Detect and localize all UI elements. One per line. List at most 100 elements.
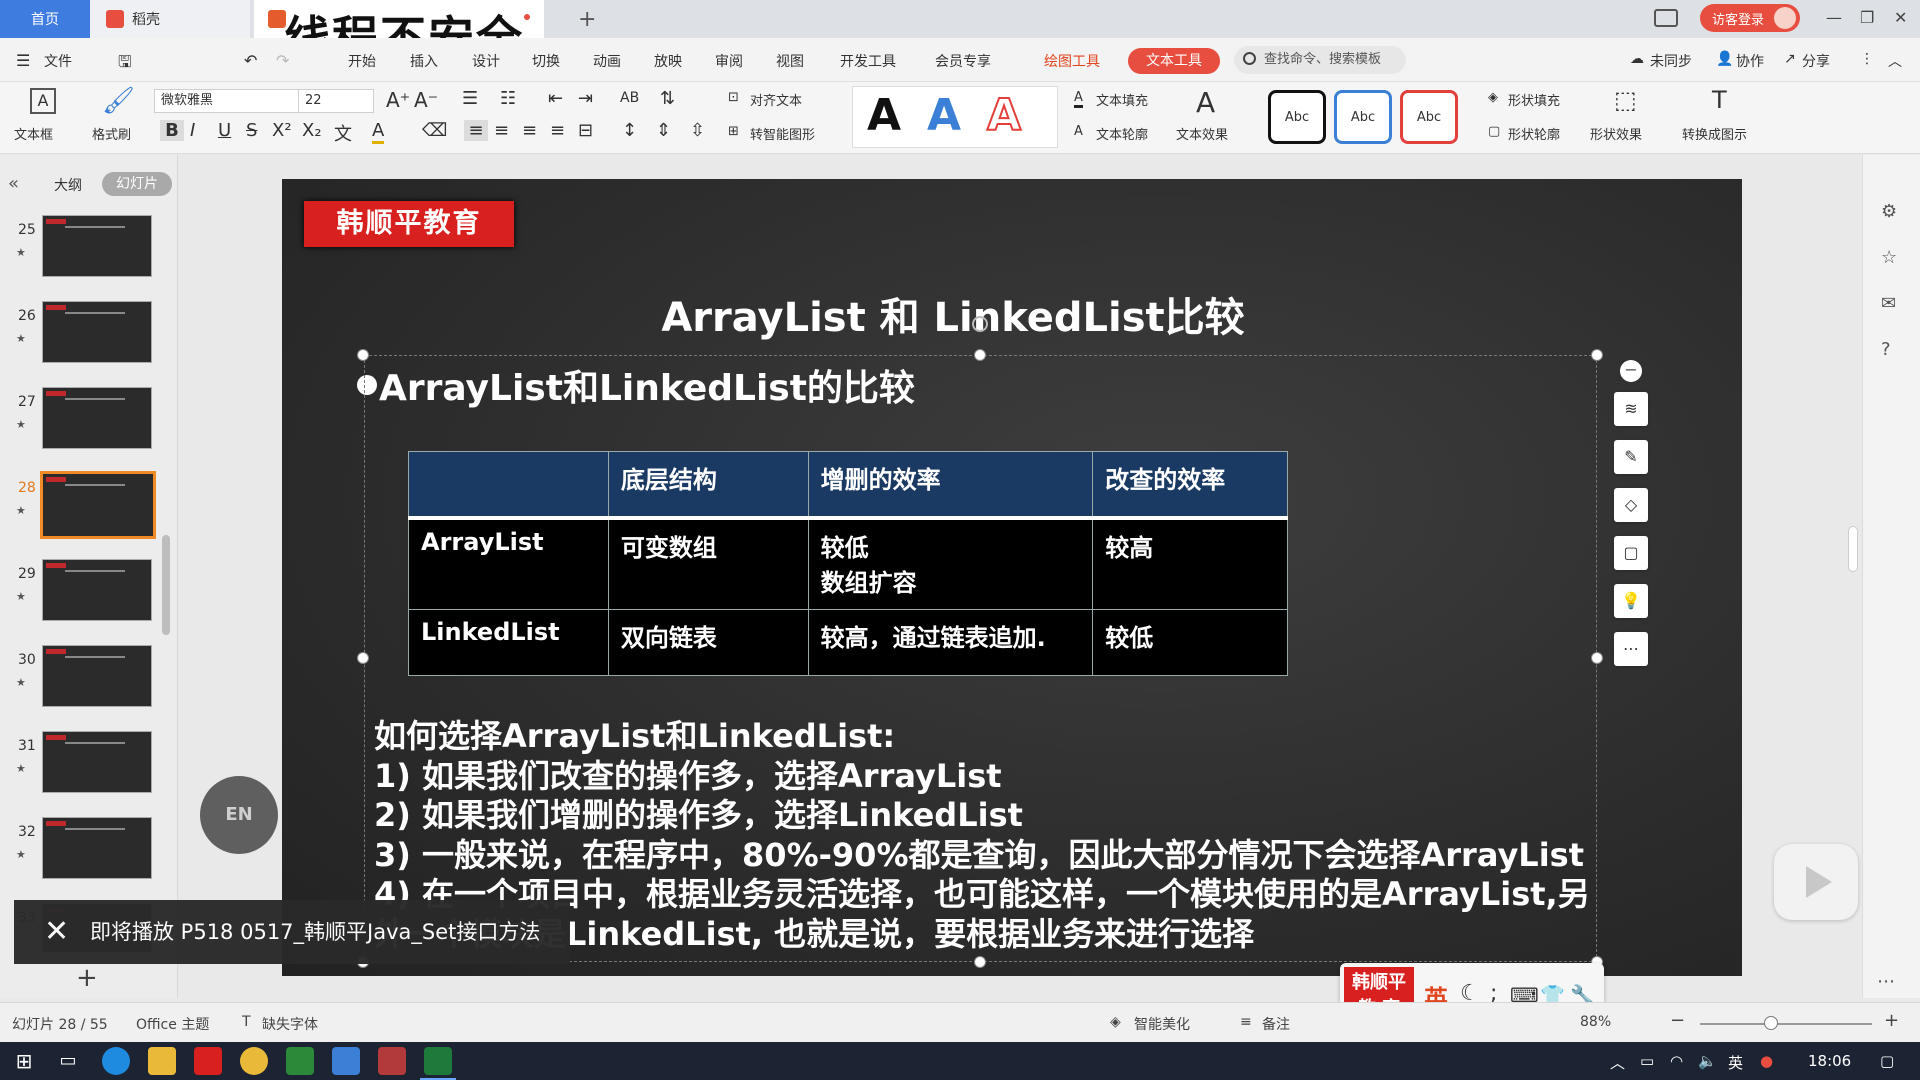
text-fill-icon[interactable]: A [1074,90,1083,108]
intellij-icon[interactable] [378,1047,406,1075]
xmind-icon[interactable] [194,1047,222,1075]
slide-thumbnail-selected[interactable] [40,471,156,539]
collapse-tools-icon[interactable]: − [1620,360,1642,382]
fill-bucket-icon[interactable]: ◇ [1614,488,1648,522]
slide-thumbnail[interactable] [42,645,152,707]
outdent-icon[interactable]: ⇤ [548,88,563,109]
command-search-input[interactable]: 查找命令、搜索模板 [1234,46,1406,74]
decrease-font-icon[interactable]: A⁻ [414,88,438,112]
strikethrough-icon[interactable]: S [246,120,257,141]
text-outline-button[interactable]: 文本轮廓 [1096,124,1148,143]
minimize-icon[interactable]: — [1826,8,1842,27]
battery-icon[interactable]: ▭ [1640,1052,1654,1070]
resize-handle[interactable] [1591,652,1603,664]
redo-icon[interactable]: ↷ [276,51,289,70]
add-slide-button[interactable]: + [76,963,98,993]
phonetic-icon[interactable]: 文 [334,120,352,146]
slide-thumbnail[interactable] [42,301,152,363]
slide-thumbnail[interactable] [42,387,152,449]
resize-handle[interactable] [974,349,986,361]
menu-draw-tool[interactable]: 绘图工具 [1044,51,1100,71]
share-button[interactable]: 分享 [1802,51,1830,71]
menu-design[interactable]: 设计 [472,51,500,71]
clock-time[interactable]: 18:06 [1808,1052,1851,1070]
menu-insert[interactable]: 插入 [410,51,438,71]
smart-graphic-button[interactable]: 转智能图形 [750,124,815,143]
zoom-in-icon[interactable]: + [1884,1010,1899,1031]
share-icon[interactable]: ↗ [1784,51,1796,67]
smart-graphic-icon[interactable]: ⊞ [728,124,739,139]
missing-font-button[interactable]: 缺失字体 [262,1014,318,1034]
paragraph-spacing-icon[interactable]: ⇕ [656,120,671,141]
resize-handle[interactable] [974,956,986,968]
text-direction-icon[interactable]: AB [620,90,639,106]
resize-handle[interactable] [357,349,369,361]
more-menu-icon[interactable]: ⋮ [1860,51,1874,67]
menu-start[interactable]: 开始 [348,51,376,71]
close-toast-icon[interactable]: ✕ [44,900,69,964]
layers-icon[interactable]: ≋ [1614,392,1648,426]
slide-thumbnail[interactable] [42,731,152,793]
justify-icon[interactable]: ≡ [550,120,565,141]
shape-effect-icon[interactable]: ⬚ [1614,86,1637,114]
align-text-button[interactable]: 对齐文本 [750,90,802,109]
language-toggle-button[interactable]: EN [200,776,278,854]
slide-thumbnail[interactable] [42,817,152,879]
shape-outline-button[interactable]: 形状轮廓 [1508,124,1560,143]
notes-button[interactable]: 备注 [1262,1014,1290,1034]
idea-bulb-icon[interactable]: 💡 [1614,584,1648,618]
indent-icon[interactable]: ⇥ [578,88,593,109]
convert-diagram-icon[interactable]: T [1712,86,1727,114]
bold-icon[interactable]: B [160,120,184,141]
increase-font-icon[interactable]: A⁺ [386,88,410,112]
windows-start-icon[interactable]: ⊞ [10,1047,38,1075]
shape-style-black[interactable]: Abc [1268,90,1326,144]
new-tab-button[interactable]: + [578,0,596,38]
slide-thumbnail[interactable] [42,215,152,277]
theme-name[interactable]: Office 主题 [136,1014,209,1034]
file-explorer-icon[interactable] [148,1047,176,1075]
cloud-sync-icon[interactable]: ☁ [1630,51,1644,67]
shape-fill-icon[interactable]: ◈ [1488,90,1498,105]
italic-icon[interactable]: I [190,120,195,141]
text-fill-button[interactable]: 文本填充 [1096,90,1148,109]
line-spacing-icon[interactable]: ↕ [622,120,637,141]
help-icon[interactable]: ? [1881,339,1891,360]
guest-login-button[interactable]: 访客登录 [1700,4,1800,32]
slide-title[interactable]: ArrayList 和 LinkedList比较 [282,285,1624,343]
clear-format-icon[interactable]: ⌫ [422,120,447,141]
underline-icon[interactable]: U [218,120,231,141]
zoom-level[interactable]: 88% [1580,1014,1611,1030]
collab-button[interactable]: 协作 [1736,51,1764,71]
menu-member[interactable]: 会员专享 [935,51,991,71]
menu-file[interactable]: 文件 [44,51,72,71]
resize-handle[interactable] [1591,349,1603,361]
convert-diagram-button[interactable]: 转换成图示 [1682,124,1747,143]
text-style-black[interactable]: A [854,90,914,142]
menu-slideshow[interactable]: 放映 [654,51,682,71]
textbox-icon[interactable]: A [30,88,56,114]
menu-view[interactable]: 视图 [776,51,804,71]
star-icon[interactable]: ☆ [1881,247,1897,268]
tab-daoke[interactable]: 稻壳 [90,0,250,38]
hamburger-icon[interactable]: ☰ [16,51,30,70]
wps-writer-icon[interactable] [332,1047,360,1075]
shape-outline-icon[interactable]: ▢ [1488,124,1500,139]
shape-style-red[interactable]: Abc [1400,90,1458,144]
taskbar-ime[interactable]: 英 [1728,1052,1743,1073]
collapse-ribbon-icon[interactable]: ︿ [1888,51,1902,71]
text-effect-icon[interactable]: A [1196,86,1215,119]
menu-transition[interactable]: 切换 [532,51,560,71]
slide-scrollbar[interactable] [1848,526,1858,572]
shape-fill-button[interactable]: 形状填充 [1508,90,1560,109]
app-en-icon[interactable] [286,1047,314,1075]
notification-icon[interactable]: ▢ [1880,1052,1894,1070]
resize-handle[interactable] [357,652,369,664]
window-layout-icon[interactable] [1654,9,1678,27]
tab-slides[interactable]: 幻灯片 [102,172,172,196]
shape-effect-button[interactable]: 形状效果 [1590,124,1642,143]
font-color-icon[interactable]: A [372,120,385,144]
border-icon[interactable]: ▢ [1614,536,1648,570]
zoom-slider-thumb[interactable] [1764,1016,1778,1030]
menu-developer[interactable]: 开发工具 [840,51,896,71]
